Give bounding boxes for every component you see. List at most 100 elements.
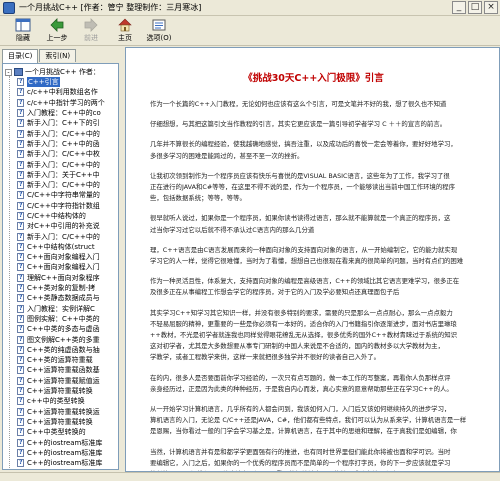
tree-item[interactable]: C++类静态数据成员与 (17, 293, 118, 303)
help-topic-icon (17, 160, 24, 169)
tree-item-label: C++面向对象编程入门 (27, 253, 100, 262)
tree-item[interactable]: 新手入门：关于C++中 (17, 170, 118, 180)
body-text-line: 是恩赐，当你看过一般的门学会学习基之是，计算机语言，在于其中的思维和理解，在于真… (150, 427, 457, 436)
help-topic-icon (17, 88, 24, 97)
tree-item[interactable]: C/C++中字符串常量的 (17, 190, 118, 200)
help-topic-icon (17, 119, 24, 128)
tree-item[interactable]: C++面向对象编程入门 (17, 252, 118, 262)
tree-item[interactable]: C++中类的多态与虚函 (17, 324, 118, 334)
tree-item[interactable]: 新手入门：C/C++中枚 (17, 149, 118, 159)
tree-item[interactable]: C++运算符重载函数基 (17, 365, 118, 375)
tree-item[interactable]: C++的iostream标准库 (17, 448, 118, 458)
tree-item[interactable]: C++的iostream标准库 (17, 437, 118, 447)
forward-label: 前进 (84, 34, 98, 42)
tree-item[interactable]: C++中类型转换的 (17, 427, 118, 437)
body-text-line: 作为一个长篇的C++入门教程，无论如何也应该有这么个引言，可是文笔并不好的我，想… (150, 100, 447, 108)
body-text-line: 正在进行的JAVA和C#等等，在这里不得不说的是，作为一个程序员，一个能够读出当… (150, 183, 456, 191)
help-topic-icon (17, 263, 24, 272)
tree-item[interactable]: C++运算符重载转换 (17, 417, 118, 427)
topic-title: 《挑战30天C++入门极限》引言 (243, 73, 384, 84)
help-topic-icon (17, 314, 24, 323)
window-controls: _ □ × (452, 1, 498, 14)
tree-item-label: c/c++中指针学习的两个 (27, 98, 105, 107)
tree-item[interactable]: 图例实解：C++中类的 (17, 314, 118, 324)
navigation-pane: 目录(C) 索引(N) - 一个月挑战C++ 作者： C++引言c/c++中利用… (0, 47, 121, 472)
body-text-line: 亲身经历过，正是因为此类的种种经历，于是我自内心而发，真心实意的愿意帮助那些正在… (150, 384, 453, 393)
tree-item[interactable]: 新手入门：C/C++中的 (17, 159, 118, 169)
body-text-line: 让我初次领到制作为一个程序员应该有快乐与喜悦的是VISUAL BASIC语言，这… (150, 171, 450, 180)
tree-item-label: 新手入门：C/C++中枚 (27, 150, 100, 159)
tab-index[interactable]: 索引(N) (39, 49, 77, 62)
tree-item-label: C++运算符重载赋值运 (27, 376, 100, 385)
close-button[interactable]: × (484, 1, 498, 14)
tree-item-label: C++中结构体(struct (27, 242, 95, 251)
tree-item[interactable]: 对C++中引用的补充说 (17, 221, 118, 231)
tree-item[interactable]: C++引言 (17, 77, 118, 88)
tree-item[interactable]: Eclipse3.06 + MinGW (17, 468, 118, 470)
tree-item[interactable]: C/C++中结构体的 (17, 211, 118, 221)
tab-contents[interactable]: 目录(C) (2, 49, 39, 63)
help-topic-icon (17, 109, 24, 118)
contents-tree[interactable]: - 一个月挑战C++ 作者： C++引言c/c++中利用数组名作c/c++中指针… (2, 63, 119, 470)
options-label: 选项(O) (146, 34, 172, 42)
tree-item[interactable]: c++中的类型转换 (17, 396, 118, 406)
tree-item-label: C/C++中结构体的 (27, 212, 86, 220)
tree-item[interactable]: 图文例解C++类的多重 (17, 334, 118, 344)
help-topic-icon (17, 242, 24, 251)
help-topic-icon (17, 181, 24, 190)
forward-button[interactable]: 前进 (74, 16, 108, 46)
help-topic-icon (17, 387, 24, 396)
tree-item[interactable]: C/C++中字符指针数组 (17, 201, 118, 211)
help-topic-icon (17, 253, 24, 262)
options-button[interactable]: 选项(O) (142, 16, 176, 46)
help-topic-icon (17, 284, 24, 293)
tree-item-label: 图例实解：C++中类的 (27, 314, 100, 323)
tree-root[interactable]: - 一个月挑战C++ 作者： (5, 67, 118, 77)
hide-button[interactable]: 隐藏 (6, 16, 40, 46)
help-topic-icon (17, 469, 24, 470)
tree-item-label: C/C++中字符串常量的 (27, 191, 100, 200)
help-topic-icon (17, 129, 24, 138)
tree-item[interactable]: C++运算符重载转换运 (17, 407, 118, 417)
nav-tabs: 目录(C) 索引(N) (2, 49, 77, 63)
back-button[interactable]: 上一步 (40, 16, 74, 46)
tree-item[interactable]: C++类的纯虚函数与抽 (17, 345, 118, 355)
maximize-button[interactable]: □ (468, 1, 482, 14)
tree-item-label: C++类的运算符重载 (27, 356, 93, 365)
tree-item[interactable]: 新手入门：C++中的函 (17, 139, 118, 149)
help-topic-icon (17, 397, 24, 406)
tree-item[interactable]: C++运算符重载赋值运 (17, 376, 118, 386)
tree-item-label: C++运算符重载函数基 (27, 366, 100, 375)
tree-item[interactable]: C++中结构体(struct (17, 242, 118, 252)
tree-item[interactable]: C++类对象的复制-拷 (17, 283, 118, 293)
body-text-line: 过当你学习过它以后就不得不承认过C语言内的那么几分道 (150, 225, 315, 234)
tree-item[interactable]: 入门教程：C++中的co (17, 108, 118, 118)
tree-item-label: C++的iostream标准库 (27, 448, 103, 457)
tree-item[interactable]: 新手入门：C/C++中的 (17, 180, 118, 190)
tree-item[interactable]: c/c++中利用数组名作 (17, 87, 118, 97)
collapse-toggle[interactable]: - (5, 68, 12, 76)
tree-item[interactable]: 入门教程：实例详解C (17, 304, 118, 314)
tree-item[interactable]: C++类的运算符重载 (17, 355, 118, 365)
tree-item[interactable]: C++运算符重载转换 (17, 386, 118, 396)
tree-item[interactable]: 新手入门：C/C++中的 (17, 128, 118, 138)
tree-item-label: C++面向对象编程入门 (27, 263, 100, 272)
tree-item[interactable]: C++面向对象编程入门 (17, 262, 118, 272)
tree-item-label: 图文例解C++类的多重 (27, 335, 100, 344)
minimize-button[interactable]: _ (452, 1, 466, 14)
tree-item[interactable]: c/c++中指针学习的两个 (17, 98, 118, 108)
topic-content: 《挑战30天C++入门极限》引言 作为一个长篇的C++入门教程，无论如何也应该有… (125, 47, 500, 472)
body-text-line: 这对初学者，尤其是大多数想要从事专门研制的中国人来说是不合适的，国内的教材多以大… (150, 342, 444, 351)
tree-item[interactable]: 新手入门：C/C++中的 (17, 231, 118, 241)
tree-item[interactable]: 新手入门：C++下的引 (17, 118, 118, 128)
home-button[interactable]: 主页 (108, 16, 142, 46)
help-topic-icon (17, 356, 24, 365)
tree-item[interactable]: C++的iostream标准库 (17, 458, 118, 468)
help-topic-icon (17, 304, 24, 313)
help-topic-icon (17, 170, 24, 179)
body-text-line: 当然，计算机语言并有是和都学学更面强有行的推进，也有同时世界里但们能此你将被也面… (150, 447, 451, 456)
back-arrow-icon (49, 18, 65, 32)
tree-item[interactable]: 理解C++面向对象程序 (17, 273, 118, 283)
home-label: 主页 (118, 34, 132, 42)
tree-item-label: C++类的纯虚函数与抽 (27, 345, 100, 354)
